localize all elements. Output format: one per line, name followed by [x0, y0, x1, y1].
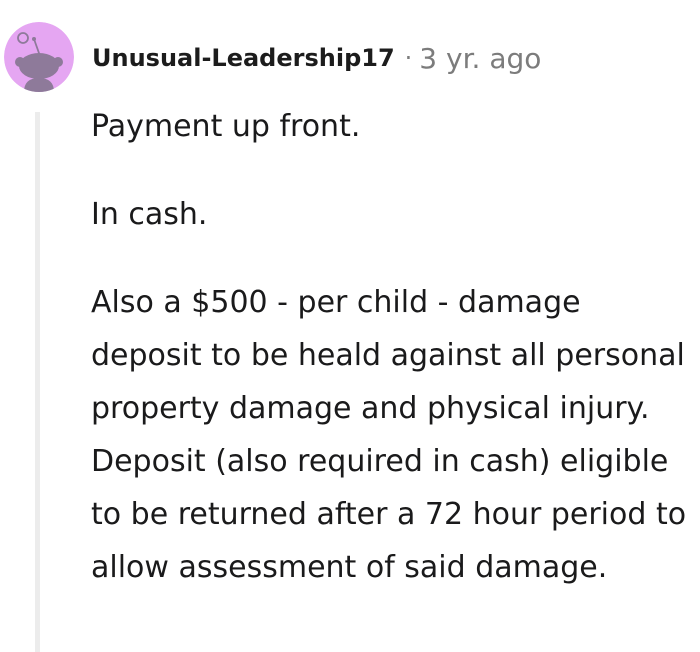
- comment-meta: Unusual-Leadership17 · 3 yr. ago: [92, 40, 541, 76]
- comment-body: Payment up front. In cash. Also a $500 -…: [91, 100, 691, 594]
- comment-paragraph: In cash.: [91, 197, 208, 232]
- user-avatar-icon[interactable]: [4, 22, 74, 92]
- comment-paragraph: Payment up front.: [91, 109, 361, 144]
- comment-paragraph: Also a $500 - per child - damage deposit…: [91, 285, 687, 585]
- comment-timestamp[interactable]: 3 yr. ago: [419, 42, 541, 75]
- thread-collapse-line[interactable]: [35, 112, 40, 652]
- username-link[interactable]: Unusual-Leadership17: [92, 44, 395, 72]
- meta-separator: ·: [404, 44, 413, 72]
- comment: Unusual-Leadership17 · 3 yr. ago Payment…: [0, 0, 700, 652]
